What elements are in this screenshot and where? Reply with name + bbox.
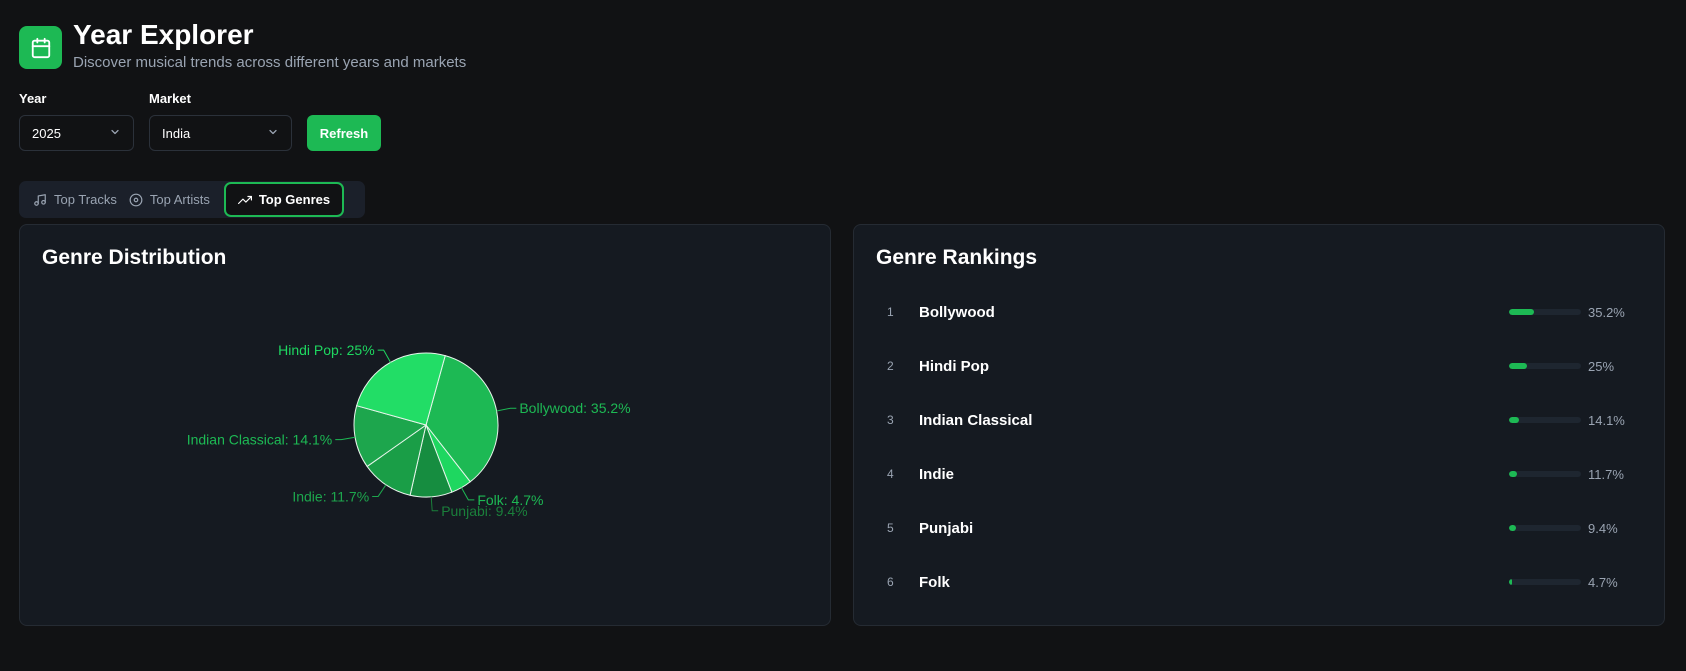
ranking-percent: 14.1%	[1588, 412, 1625, 428]
pie-leader-line	[430, 496, 439, 512]
pie-leader-line	[377, 349, 391, 363]
ranking-row[interactable]: 6 Folk 4.7%	[876, 571, 1646, 593]
tab-top-tracks[interactable]: Top Tracks	[33, 182, 127, 217]
music-note-icon	[33, 193, 47, 207]
year-value: 2025	[32, 125, 61, 141]
ranking-row[interactable]: 1 Bollywood 35.2%	[876, 301, 1646, 323]
page-title: Year Explorer	[73, 19, 254, 50]
ranking-progress-bar	[1509, 309, 1581, 315]
ranking-progress-bar	[1509, 363, 1581, 369]
refresh-button[interactable]: Refresh	[307, 115, 381, 151]
pie-leader-line	[461, 487, 475, 501]
ranking-row[interactable]: 2 Hindi Pop 25%	[876, 355, 1646, 377]
genre-rankings-card: Genre Rankings 1 Bollywood 35.2% 2 Hindi Pop…	[853, 224, 1665, 626]
calendar-icon	[19, 26, 62, 69]
ranking-progress-bar	[1509, 525, 1581, 531]
genre-pie-chart: Bollywood: 35.2%Folk: 4.7%Punjabi: 9.4%I…	[187, 342, 631, 519]
ranking-row[interactable]: 4 Indie 11.7%	[876, 463, 1646, 485]
pie-label: Bollywood: 35.2%	[519, 400, 630, 416]
ranking-progress-bar	[1509, 471, 1581, 477]
ranking-progress-fill	[1509, 525, 1516, 531]
genre-rankings-title: Genre Rankings	[876, 246, 1038, 269]
ranking-number: 5	[887, 521, 894, 535]
ranking-progress-fill	[1509, 363, 1527, 369]
trending-up-icon	[237, 193, 252, 207]
ranking-percent: 11.7%	[1588, 466, 1624, 482]
ranking-percent: 35.2%	[1588, 304, 1625, 320]
page-header: Year Explorer Discover musical trends ac…	[19, 18, 466, 71]
pie-label: Indian Classical: 14.1%	[187, 432, 333, 448]
pie-leader-line	[372, 484, 387, 497]
ranking-progress-bar	[1509, 417, 1581, 423]
ranking-progress-bar	[1509, 579, 1581, 585]
pie-leader-line	[496, 407, 517, 412]
page-subtitle: Discover musical trends across different…	[73, 54, 467, 71]
year-select[interactable]: 2025	[19, 115, 134, 151]
filters-bar: Year 2025 Market India Refresh	[19, 91, 381, 151]
market-select[interactable]: India	[149, 115, 292, 151]
pie-label: Indie: 11.7%	[292, 488, 369, 504]
pie-label: Punjabi: 9.4%	[441, 503, 527, 519]
ranking-number: 3	[887, 413, 894, 427]
year-label: Year	[19, 91, 47, 106]
ranking-number: 4	[887, 467, 894, 481]
ranking-percent: 25%	[1588, 358, 1615, 374]
ranking-number: 2	[887, 359, 894, 373]
tab-bar: Top Tracks Top Artists Top Genres	[19, 181, 365, 218]
pie-label: Hindi Pop: 25%	[278, 342, 375, 358]
market-field: Market India	[149, 91, 292, 151]
year-field: Year 2025	[19, 91, 134, 151]
ranking-number: 1	[887, 305, 894, 319]
ranking-progress-fill	[1509, 579, 1513, 585]
ranking-progress-fill	[1509, 471, 1518, 477]
genre-distribution-card: Genre Distribution Bollywood: 35.2% Folk:…	[19, 224, 831, 626]
ranking-progress-fill	[1509, 309, 1535, 315]
tab-top-genres[interactable]: Top Genres	[223, 182, 345, 217]
ranking-row[interactable]: 5 Punjabi 9.4%	[876, 517, 1646, 539]
tab-top-artists[interactable]: Top Artists	[129, 182, 220, 217]
ranking-row[interactable]: 3 Indian Classical 14.1%	[876, 409, 1646, 431]
chevron-down-icon	[267, 126, 279, 141]
chevron-down-icon	[109, 126, 121, 141]
ranking-percent: 9.4%	[1588, 520, 1618, 536]
disc-icon	[129, 193, 143, 207]
market-value: India	[162, 125, 191, 141]
pie-leader-line	[335, 436, 356, 441]
ranking-progress-fill	[1509, 417, 1520, 423]
tab-label: Top Tracks	[54, 192, 117, 207]
tab-label: Top Artists	[149, 192, 210, 207]
tab-label: Top Genres	[258, 192, 331, 207]
ranking-number: 6	[887, 575, 894, 589]
market-label: Market	[149, 91, 191, 106]
ranking-percent: 4.7%	[1588, 574, 1618, 590]
